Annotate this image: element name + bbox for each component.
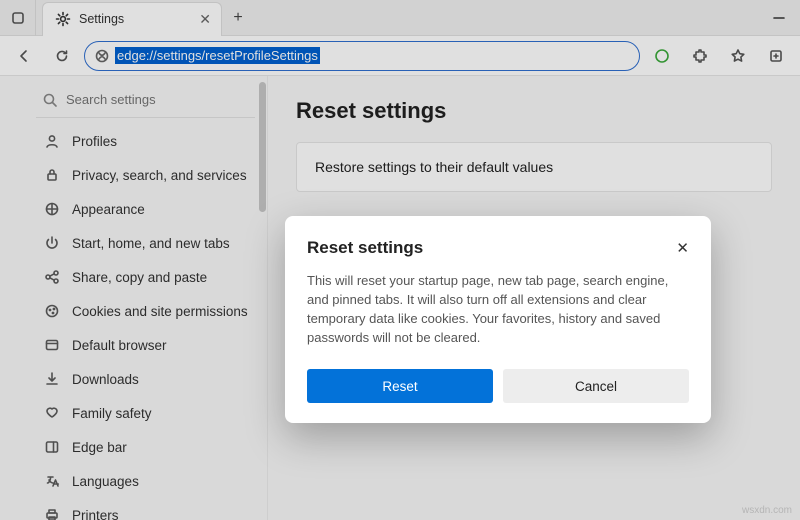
dialog-close-button[interactable]: ✕: [676, 239, 689, 257]
watermark: wsxdn.com: [742, 505, 792, 516]
dialog-title: Reset settings: [307, 238, 423, 258]
dialog-body: This will reset your startup page, new t…: [307, 272, 689, 347]
reset-settings-dialog: Reset settings ✕ This will reset your st…: [285, 216, 711, 423]
reset-button[interactable]: Reset: [307, 369, 493, 403]
cancel-button[interactable]: Cancel: [503, 369, 689, 403]
